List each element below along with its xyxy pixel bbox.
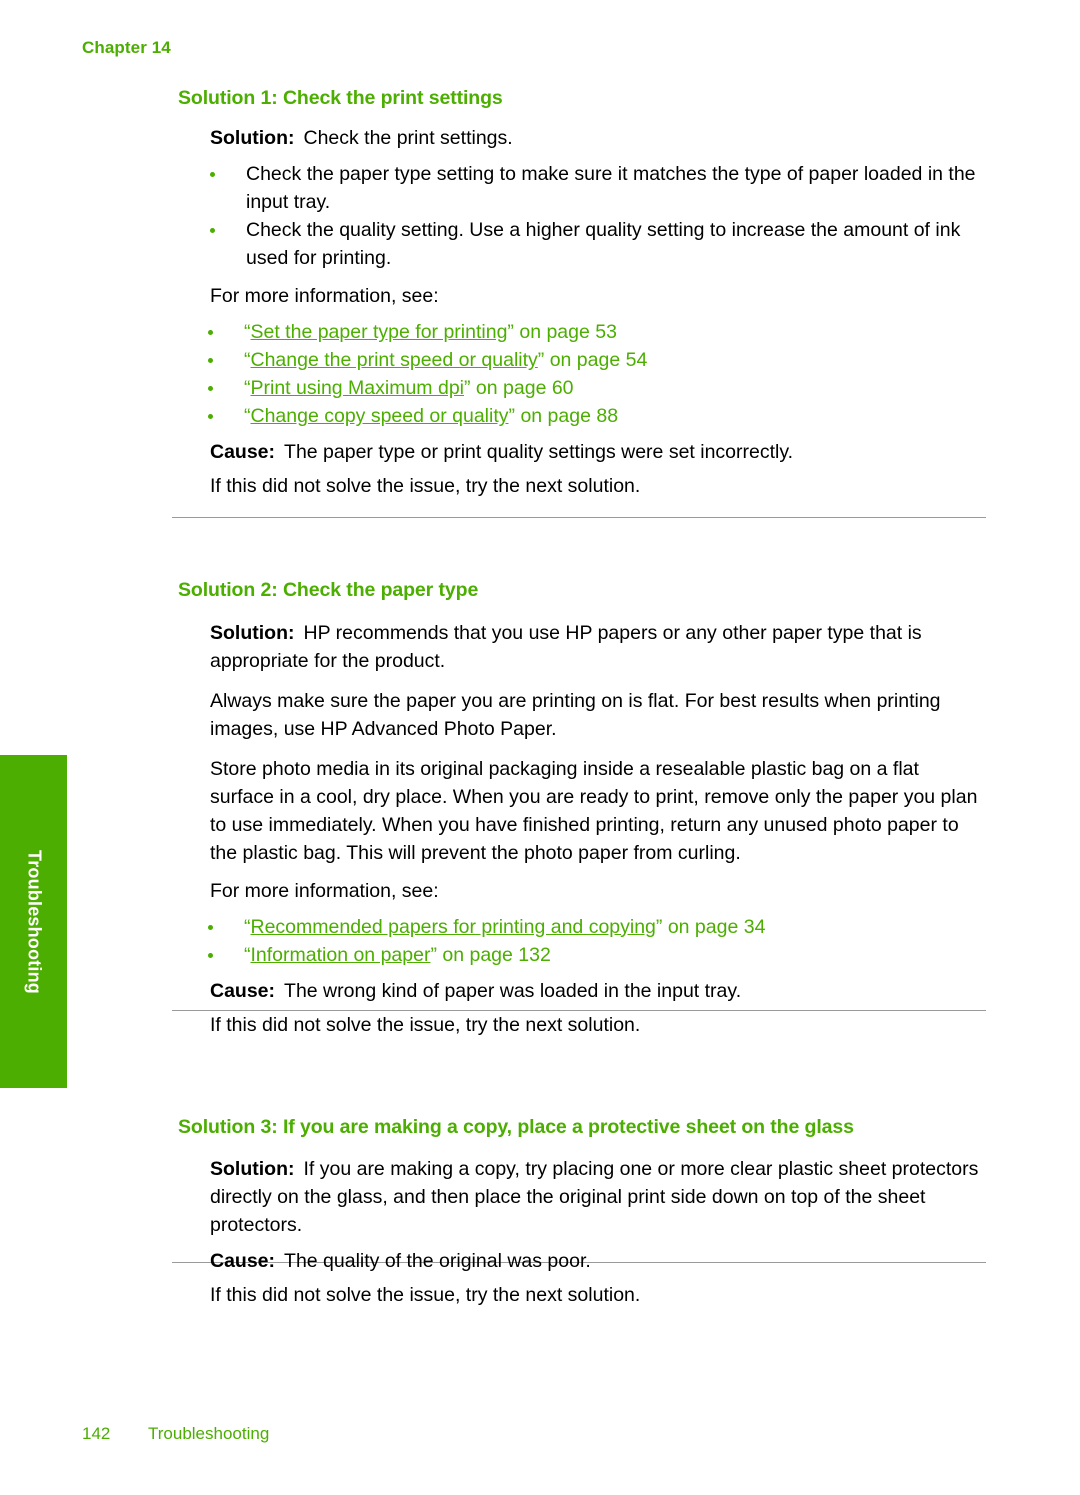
xref-page: on page 54 — [549, 349, 648, 372]
solution-3-next-text: If this did not solve the issue, try the… — [210, 1284, 641, 1307]
solution-3-cause-text: The quality of the original was poor. — [284, 1250, 591, 1273]
solution-1-more-info-label: For more information, see: — [210, 285, 439, 308]
solution-1-heading: Solution 1: Check the print settings — [178, 87, 503, 109]
footer-section-name: Troubleshooting — [148, 1424, 270, 1443]
xref-page: on page 53 — [519, 321, 617, 344]
solution-2-next-text: If this did not solve the issue, try the… — [210, 1013, 641, 1036]
solution-2-cause-text: The wrong kind of paper was loaded in th… — [284, 979, 742, 1002]
xref-link[interactable]: Set the paper type for printing — [251, 321, 508, 343]
solution-3-solution-para: Solution: If you are making a copy, try p… — [210, 1155, 988, 1239]
list-item[interactable]: “Set the paper type for printing” on pag… — [178, 318, 988, 346]
solution-1-next-text: If this did not solve the issue, try the… — [210, 475, 641, 498]
solution-2-cause-para: Cause: The wrong kind of paper was loaded… — [210, 977, 988, 1005]
cause-label: Cause: — [210, 979, 276, 1002]
solution-2-solution-para: Solution: HP recommends that you use HP p… — [210, 619, 988, 675]
list-item[interactable]: “Information on paper” on page 132 — [178, 941, 988, 969]
solution-label: Solution: — [210, 127, 295, 150]
list-item[interactable]: “Recommended papers for printing and cop… — [178, 913, 988, 941]
xref-link[interactable]: Information on paper — [251, 944, 431, 966]
solution-2-more-info-label: For more information, see: — [210, 879, 439, 902]
list-item: Check the quality setting. Use a higher … — [178, 216, 988, 272]
list-item[interactable]: “Change copy speed or quality” on page 8… — [178, 402, 988, 430]
xref-page: on page 132 — [442, 943, 551, 966]
list-item[interactable]: “Print using Maximum dpi” on page 60 — [178, 374, 988, 402]
page-content: Solution 1: Check the print settings Sol… — [178, 86, 988, 1309]
solution-1-solution-para: Solution: Check the print settings. — [210, 124, 988, 152]
list-item: Check the paper type setting to make sur… — [178, 160, 988, 216]
solution-2-para-2: Store photo media in its original packag… — [210, 757, 978, 864]
solution-label: Solution: — [210, 621, 295, 644]
solution-1-cause-para: Cause: The paper type or print quality se… — [210, 438, 988, 466]
xref-link[interactable]: Change copy speed or quality — [251, 405, 509, 427]
solution-1-xref-list: “Set the paper type for printing” on pag… — [178, 318, 988, 430]
page-footer: 142 Troubleshooting — [82, 1424, 269, 1444]
cause-label: Cause: — [210, 1250, 276, 1273]
xref-page: on page 34 — [667, 915, 766, 938]
solution-2-xref-list: “Recommended papers for printing and cop… — [178, 913, 988, 969]
solution-2-heading: Solution 2: Check the paper type — [178, 579, 479, 602]
list-item[interactable]: “Change the print speed or quality” on p… — [178, 346, 988, 374]
solution-1-cause-text: The paper type or print quality settings… — [284, 441, 794, 464]
solution-2-solution-text: HP recommends that you use HP papers or … — [210, 621, 922, 672]
xref-link[interactable]: Print using Maximum dpi — [251, 377, 465, 399]
solution-3-heading: Solution 3: If you are making a copy, pl… — [178, 1115, 854, 1138]
side-tab-label: Troubleshooting — [24, 849, 44, 994]
xref-page: on page 60 — [475, 377, 574, 400]
xref-page: on page 88 — [520, 405, 619, 428]
solution-2-para-1: Always make sure the paper you are print… — [210, 689, 941, 740]
xref-link[interactable]: Change the print speed or quality — [251, 349, 538, 371]
running-head-chapter: Chapter 14 — [82, 38, 171, 57]
footer-page-number: 142 — [82, 1424, 111, 1443]
solution-label: Solution: — [210, 1158, 295, 1181]
xref-link[interactable]: Recommended papers for printing and copy… — [251, 916, 656, 938]
solution-3-solution-text: If you are making a copy, try placing on… — [210, 1158, 979, 1237]
solution-3-cause-para: Cause: The quality of the original was po… — [210, 1247, 988, 1275]
document-page: Chapter 14 Troubleshooting Solution 1: C… — [0, 0, 1080, 1495]
cause-label: Cause: — [210, 441, 276, 464]
bullet-text: Check the paper type setting to make sur… — [246, 163, 976, 214]
side-tab-troubleshooting: Troubleshooting — [0, 755, 67, 1088]
bullet-text: Check the quality setting. Use a higher … — [246, 219, 961, 270]
solution-1-solution-text: Check the print settings. — [303, 127, 513, 150]
solution-1-bullet-list: Check the paper type setting to make sur… — [178, 160, 988, 272]
